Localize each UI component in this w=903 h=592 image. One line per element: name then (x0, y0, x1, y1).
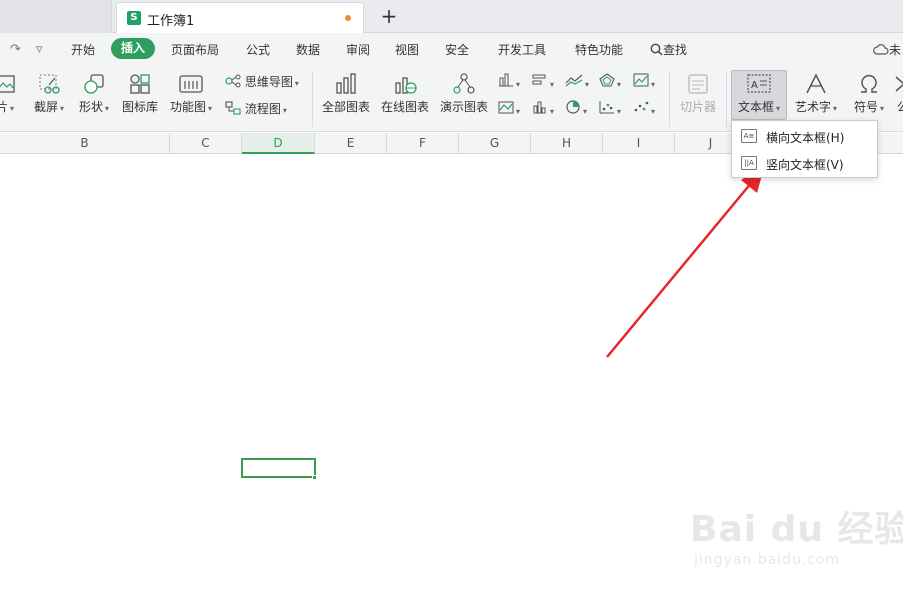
baidu-jingyan-watermark: Bai du 经验 jingyan.baidu.com (690, 500, 903, 580)
watermark-url: jingyan.baidu.com (694, 552, 841, 568)
vertical-textbox-menu-item[interactable]: ||A 竖向文本框(V) (732, 150, 877, 176)
horizontal-textbox-menu-item[interactable]: A≡ 横向文本框(H) (732, 123, 877, 149)
textbox-dropdown-menu: A≡ 横向文本框(H) ||A 竖向文本框(V) (731, 120, 878, 178)
horizontal-textbox-label: 横向文本框(H) (766, 131, 845, 145)
horizontal-textbox-icon: A≡ (741, 129, 757, 143)
vertical-textbox-label: 竖向文本框(V) (766, 158, 844, 172)
spreadsheet-window: S 工作簿1 + ↷ ▿ 开始 页面布局 公式 数据 审阅 视图 安全 开发工具… (0, 0, 903, 592)
vertical-textbox-icon: ||A (741, 156, 757, 170)
watermark-logo: Bai du 经验 (690, 509, 903, 550)
